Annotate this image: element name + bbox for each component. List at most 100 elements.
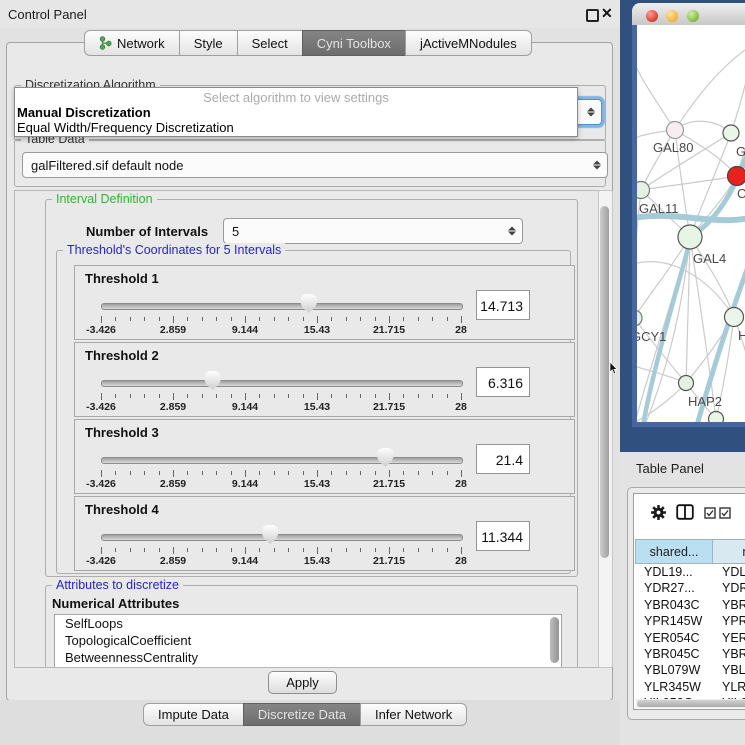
network-node[interactable] [723,125,739,141]
tab-impute-data[interactable]: Impute Data [143,703,244,726]
network-node[interactable] [725,308,744,327]
threshold-2-slider[interactable]: -3.4262.8599.14415.4321.71528 [101,369,461,409]
network-node[interactable] [679,376,694,391]
column-header-shared-name[interactable]: shared... [635,539,713,564]
close-traffic-icon[interactable] [646,10,658,22]
table-row[interactable]: YDL19...YDL1... [636,564,745,580]
scrollbar-thumb[interactable] [600,206,609,558]
threshold-1-value[interactable]: 14.713 [476,290,530,320]
scrollbar-thumb[interactable] [637,700,745,707]
threshold-3-slider[interactable]: -3.4262.8599.14415.4321.71528 [101,446,461,486]
dropdown-option-equal-width[interactable]: Equal Width/Frequency Discretization [15,120,577,135]
tab-style[interactable]: Style [179,30,238,56]
slider-tick [432,548,433,552]
network-edge[interactable] [637,262,734,317]
table-cell[interactable]: YBR0... [714,646,745,662]
network-node-label: GA [736,144,745,159]
network-node[interactable] [637,182,650,199]
tab-cyni-toolbox[interactable]: Cyni Toolbox [302,30,406,56]
list-item[interactable]: BetweennessCentrality [55,649,561,666]
slider-tick-label: 2.859 [160,324,186,336]
network-edge[interactable] [731,77,745,133]
table-data-combobox[interactable]: galFiltered.sif default node [22,152,608,178]
threshold-4-value[interactable]: 11.344 [476,521,530,551]
network-window-titlebar[interactable] [632,3,745,26]
tab-jactivemnodules[interactable]: jActiveMNodules [405,30,532,56]
network-node[interactable] [728,167,745,186]
checkbox-checked-icon[interactable] [719,507,731,519]
slider-thumb[interactable] [377,448,394,467]
network-node[interactable] [667,122,684,139]
table-row[interactable]: YPR145WYPR1... [636,613,745,629]
numerical-attributes-list[interactable]: SelfLoops TopologicalCoefficient Between… [54,614,562,668]
list-item[interactable]: SelfLoops [55,615,561,632]
network-edge[interactable] [637,55,675,130]
network-node[interactable] [709,412,724,423]
network-edge[interactable] [675,47,745,130]
settings-scrollbar[interactable] [598,190,613,668]
number-of-intervals-combobox[interactable]: 5 [223,218,523,244]
table-cell[interactable]: YPR1... [714,613,745,629]
column-header-name[interactable]: n... [712,539,745,564]
table-row[interactable]: YBR045CYBR0... [636,646,745,662]
slider-tick [245,470,246,477]
minimize-traffic-icon[interactable] [666,10,678,22]
table-cell[interactable]: YDL1... [714,564,745,580]
float-panel-icon[interactable] [586,9,599,22]
slider-thumb[interactable] [262,525,279,544]
tab-discretize-data[interactable]: Discretize Data [243,703,361,726]
slider-tick [159,394,160,398]
tab-select[interactable]: Select [237,30,303,56]
table-cell[interactable]: YBR0... [714,597,745,613]
network-edge[interactable] [641,176,737,190]
slider-tick [216,394,217,398]
tab-infer-network[interactable]: Infer Network [360,703,467,726]
table-row[interactable]: YBL079WYBL0... [636,662,745,678]
slider-tick-label: 9.144 [232,555,258,567]
table-cell[interactable]: YBR043C [636,597,714,613]
checkbox-checked-icon[interactable] [704,507,716,519]
slider-thumb[interactable] [204,371,221,390]
tab-network[interactable]: Network [84,30,180,56]
table-row[interactable]: YLR345WYLR3... [636,679,745,695]
threshold-2-value[interactable]: 6.316 [476,367,530,397]
table-cell[interactable]: YER0... [714,630,745,646]
list-item[interactable]: TopologicalCoefficient [55,632,561,649]
gear-icon[interactable] [650,504,667,521]
show-columns-icon[interactable] [676,504,694,520]
slider-tick [245,393,246,400]
table-row[interactable]: YER054CYER0... [636,630,745,646]
table-cell[interactable]: YLR3... [714,679,745,695]
table-cell[interactable]: YBL0... [714,662,745,678]
threshold-1-slider[interactable]: -3.4262.8599.14415.4321.71528 [101,292,461,332]
threshold-3-value[interactable]: 21.4 [476,444,530,474]
table-cell[interactable]: YDR2... [714,580,745,596]
table-cell[interactable]: YDR27... [636,580,714,596]
network-node-label: GAL80 [653,140,693,155]
list-scrollbar[interactable] [550,617,559,663]
network-node[interactable] [678,225,702,249]
slider-tick [101,470,102,477]
slider-thumb[interactable] [300,294,317,313]
threshold-4-slider[interactable]: -3.4262.8599.14415.4321.71528 [101,523,461,563]
network-edge[interactable] [637,216,745,220]
table-cell[interactable]: YBR045C [636,646,714,662]
table-row[interactable]: YDR27...YDR2... [636,580,745,596]
table-cell[interactable]: YPR145W [636,613,714,629]
slider-tick [173,316,174,323]
table-hscrollbar[interactable] [636,699,745,708]
maximize-traffic-icon[interactable] [687,10,699,22]
slider-tick [317,470,318,477]
table-cell[interactable]: YER054C [636,630,714,646]
slider-tick [288,548,289,552]
table-cell[interactable]: YLR345W [636,679,714,695]
network-node[interactable] [637,310,642,326]
dropdown-option-manual[interactable]: Manual Discretization [15,105,577,120]
table-cell[interactable]: YDL19... [636,564,714,580]
apply-button[interactable]: Apply [268,671,337,694]
network-canvas[interactable]: GAL80GACGAL11GAL4GCY1HHAP2 [637,25,745,422]
table-cell[interactable]: YBL079W [636,662,714,678]
table-row[interactable]: YBR043CYBR0... [636,597,745,613]
network-edge[interactable] [641,130,675,190]
close-icon[interactable]: ✕ [601,5,613,22]
